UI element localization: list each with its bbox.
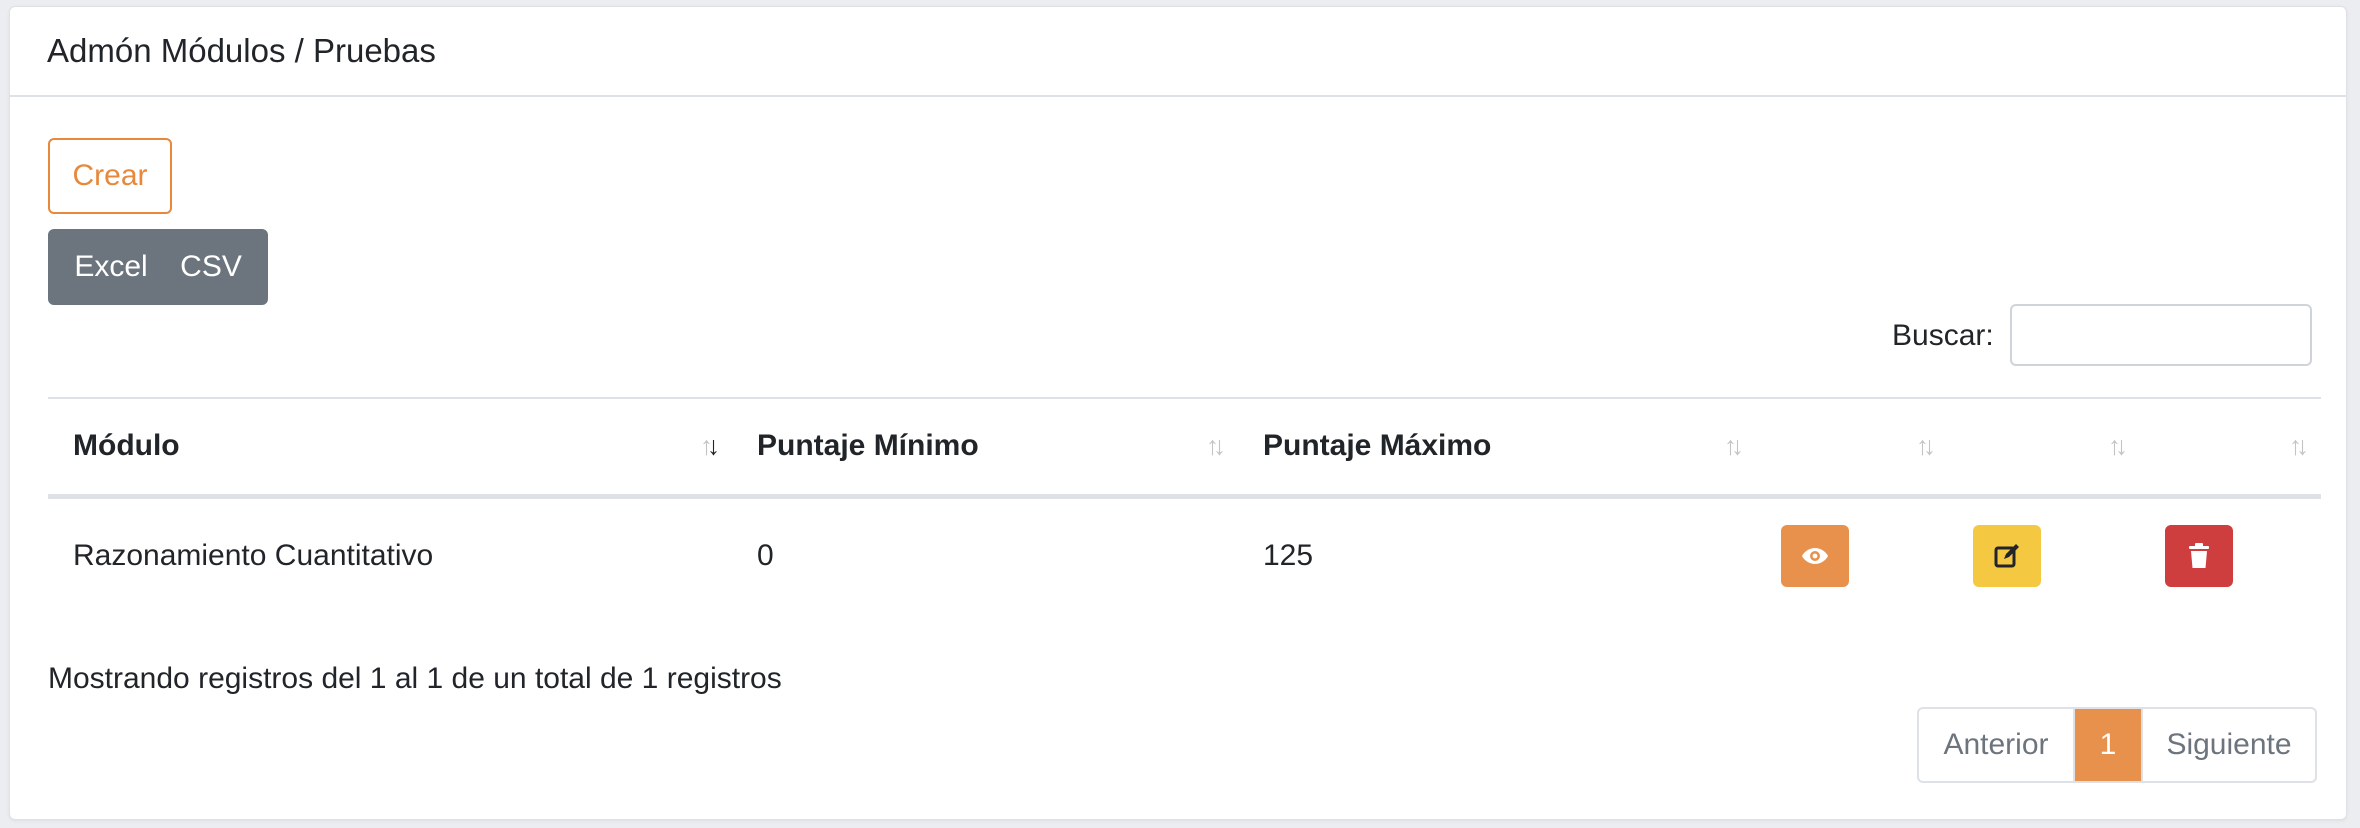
- column-header-label: Puntaje Mínimo: [757, 429, 979, 463]
- pagination-prev[interactable]: Anterior: [1919, 709, 2075, 781]
- sort-desc-icon: ↑↓: [700, 430, 720, 461]
- sort-icon: ↑↓: [1724, 430, 1744, 461]
- eye-icon: [1802, 548, 1828, 565]
- cell-puntaje-minimo: 0: [757, 539, 774, 573]
- export-button-group: Excel CSV: [48, 229, 268, 305]
- column-header-delete[interactable]: ↑↓: [2140, 397, 2321, 499]
- pagination: Anterior 1 Siguiente: [1917, 707, 2317, 783]
- column-header-label: Puntaje Máximo: [1263, 429, 1492, 463]
- export-csv-button[interactable]: CSV: [166, 229, 268, 305]
- create-button[interactable]: Crear: [48, 138, 172, 214]
- delete-button[interactable]: [2165, 525, 2233, 588]
- cell-edit-action: [1948, 496, 2140, 614]
- page-title: Admón Módulos / Pruebas: [10, 7, 2346, 97]
- column-header-modulo[interactable]: Módulo ↑↓: [48, 397, 732, 499]
- cell-delete-action: [2140, 496, 2321, 614]
- sort-icon: ↑↓: [1206, 430, 1226, 461]
- search-label: Buscar:: [1892, 319, 1994, 352]
- sort-icon: ↑↓: [2108, 430, 2128, 461]
- main-card: Admón Módulos / Pruebas Crear Excel CSV …: [9, 6, 2347, 820]
- search-input[interactable]: [2010, 304, 2312, 366]
- sort-icon: ↑↓: [1916, 430, 1936, 461]
- column-header-edit[interactable]: ↑↓: [1948, 397, 2140, 499]
- trash-icon: [2189, 543, 2209, 569]
- table-row: Razonamiento Cuantitativo 0 125: [48, 496, 2321, 614]
- cell-view-action: [1756, 496, 1948, 614]
- records-info: Mostrando registros del 1 al 1 de un tot…: [48, 662, 782, 695]
- edit-icon: [1994, 544, 2019, 568]
- column-header-puntaje-maximo[interactable]: Puntaje Máximo ↑↓: [1238, 397, 1756, 499]
- column-header-label: Módulo: [73, 429, 180, 463]
- data-table: Módulo ↑↓ Puntaje Mínimo ↑↓ Puntaje Máxi…: [48, 397, 2321, 614]
- column-header-puntaje-minimo[interactable]: Puntaje Mínimo ↑↓: [732, 397, 1238, 499]
- view-button[interactable]: [1781, 525, 1849, 588]
- pagination-next[interactable]: Siguiente: [2141, 709, 2315, 781]
- cell-puntaje-maximo: 125: [1263, 539, 1314, 573]
- table-header-row: Módulo ↑↓ Puntaje Mínimo ↑↓ Puntaje Máxi…: [48, 397, 2321, 499]
- export-excel-button[interactable]: Excel: [48, 229, 166, 305]
- column-header-view[interactable]: ↑↓: [1756, 397, 1948, 499]
- sort-icon: ↑↓: [2289, 430, 2309, 461]
- cell-modulo: Razonamiento Cuantitativo: [73, 539, 434, 573]
- edit-button[interactable]: [1973, 525, 2041, 588]
- pagination-page-current[interactable]: 1: [2075, 709, 2141, 781]
